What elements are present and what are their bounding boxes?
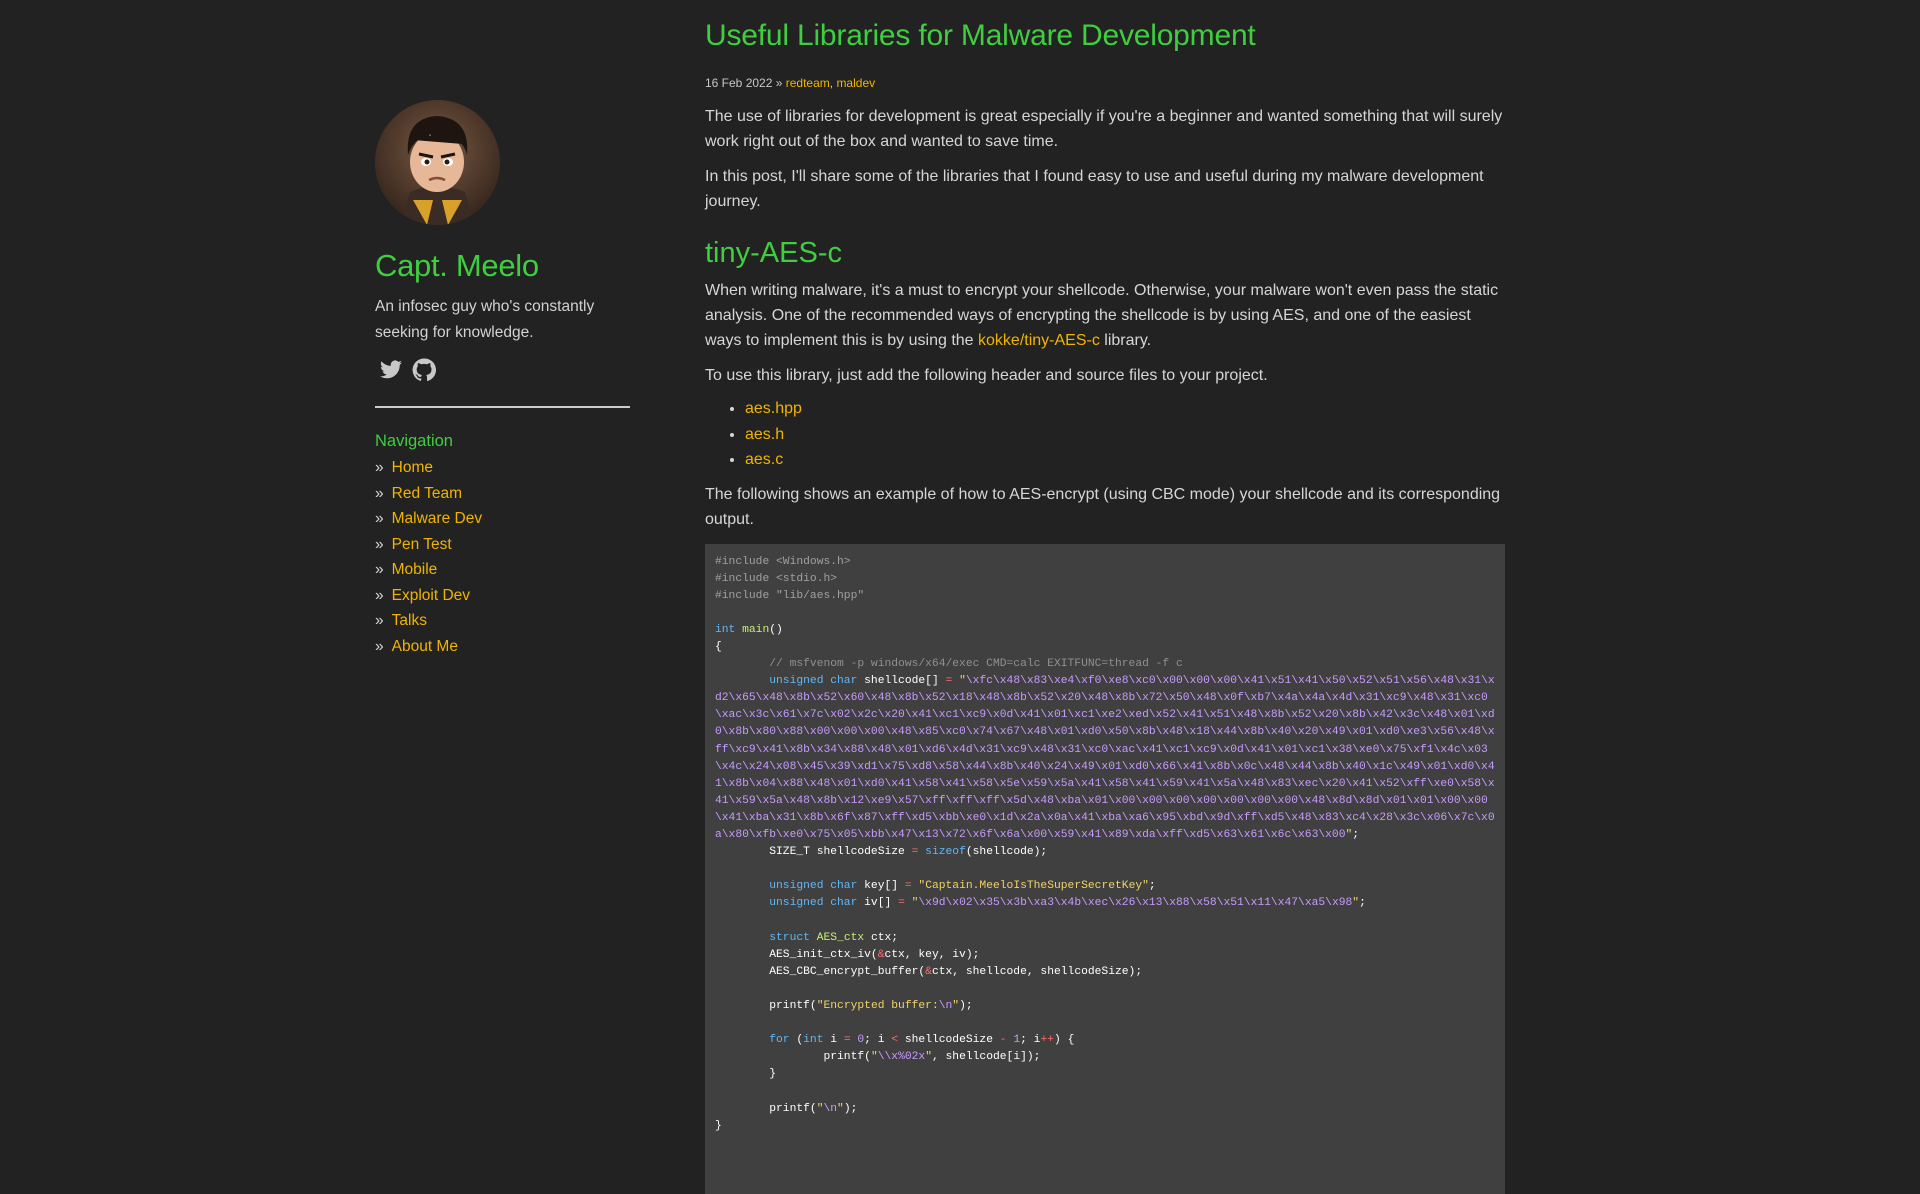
post-date: 16 Feb 2022 — [705, 76, 773, 90]
post-content: Useful Libraries for Malware Development… — [705, 14, 1505, 1194]
meta-separator: » — [772, 76, 786, 90]
post-title: Useful Libraries for Malware Development — [705, 19, 1256, 52]
file-link-aes-hpp[interactable]: aes.hpp — [745, 400, 802, 417]
nav-link-exploit-dev[interactable]: Exploit Dev — [392, 587, 470, 604]
usage-paragraph: To use this library, just add the follow… — [705, 367, 1268, 384]
file-link-aes-h[interactable]: aes.h — [745, 426, 784, 443]
twitter-icon[interactable] — [379, 358, 403, 382]
nav-link-pen-test[interactable]: Pen Test — [392, 536, 452, 553]
nav-list: » Home » Red Team » Malware Dev » Pen Test »… — [375, 455, 630, 659]
file-list-item: aes.c — [745, 447, 1505, 473]
nav-item-exploit-dev: » Exploit Dev — [375, 586, 471, 604]
sidebar: Capt. Meelo An infosec guy who's constan… — [375, 100, 630, 659]
nav-item-pen-test: » Pen Test — [375, 535, 452, 553]
nav-item-malware-dev: » Malware Dev — [375, 510, 483, 528]
nav-link-home[interactable]: Home — [392, 459, 433, 476]
file-list-item: aes.hpp — [745, 396, 1505, 422]
intro-paragraph-1: The use of libraries for development is … — [705, 108, 1503, 150]
site-title[interactable]: Capt. Meelo — [375, 247, 630, 284]
file-list-item: aes.h — [745, 422, 1505, 448]
code-block[interactable]: #include <Windows.h> #include <stdio.h> … — [705, 543, 1505, 1194]
nav-item-about-me: » About Me — [375, 637, 458, 655]
tag-redteam[interactable]: redteam — [786, 76, 830, 90]
example-paragraph: The following shows an example of how to… — [705, 485, 1501, 528]
nav-item-red-team: » Red Team — [375, 484, 462, 502]
post-meta: 16 Feb 2022 » redteam, maldev — [705, 76, 1505, 90]
sidebar-divider — [375, 406, 630, 409]
nav-link-malware-dev[interactable]: Malware Dev — [392, 510, 482, 527]
file-list: aes.hpp aes.h aes.c — [705, 396, 1505, 473]
nav-heading: Navigation — [375, 432, 453, 451]
nav-item-mobile: » Mobile — [375, 561, 438, 579]
nav-link-talks[interactable]: Talks — [392, 612, 427, 629]
nav-link-about-me[interactable]: About Me — [392, 638, 458, 655]
intro-paragraph-2: In this post, I'll share some of the lib… — [705, 168, 1484, 210]
social-links — [375, 358, 630, 386]
github-icon[interactable] — [412, 358, 436, 382]
tiny-aes-link[interactable]: kokke/tiny-AES-c — [978, 332, 1100, 349]
nav-link-red-team[interactable]: Red Team — [392, 485, 462, 502]
nav-item-talks: » Talks — [375, 612, 427, 630]
nav-item-home: » Home — [375, 459, 433, 477]
site-description: An infosec guy who's constantly seeking … — [375, 298, 595, 342]
tag-maldev[interactable]: maldev — [836, 76, 875, 90]
aes-paragraph: When writing malware, it's a must to enc… — [705, 282, 1499, 349]
file-link-aes-c[interactable]: aes.c — [745, 451, 783, 468]
section-heading-tiny-aes: tiny-AES-c — [705, 237, 842, 269]
avatar[interactable] — [375, 100, 500, 225]
nav-link-mobile[interactable]: Mobile — [392, 561, 438, 578]
